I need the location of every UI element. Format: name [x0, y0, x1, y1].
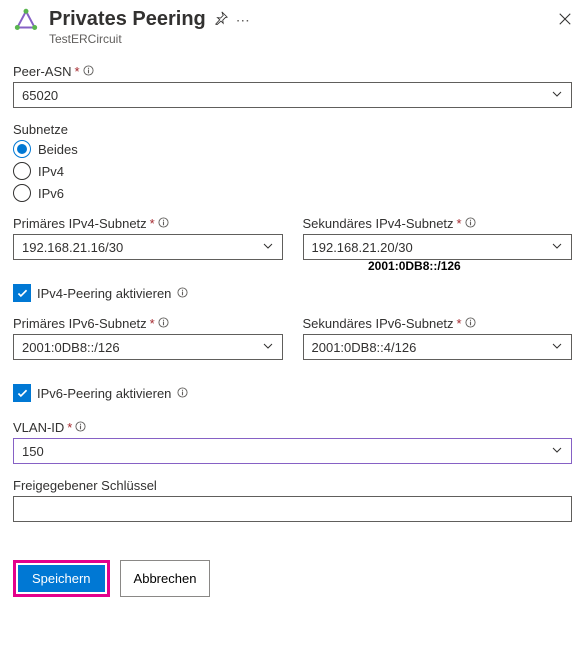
ipv6-primary-label: Primäres IPv6-Subnetz [13, 316, 147, 331]
required-marker: * [457, 216, 462, 231]
radio-icon [13, 162, 31, 180]
checkbox-checked-icon [13, 284, 31, 302]
info-icon[interactable] [177, 286, 188, 301]
radio-ipv4-label: IPv4 [38, 164, 64, 179]
ipv6-primary-group: Primäres IPv6-Subnetz * 2001:0DB8::/126 [13, 316, 283, 360]
ipv4-primary-select[interactable]: 192.168.21.16/30 [13, 234, 283, 260]
ipv4-primary-value: 192.168.21.16/30 [22, 240, 123, 255]
save-button[interactable]: Speichern [18, 565, 105, 592]
page-header: Privates Peering ⋯ TestERCircuit [13, 8, 572, 46]
ipv6-primary-value: 2001:0DB8::/126 [22, 340, 120, 355]
peering-resource-icon [13, 8, 39, 37]
vlan-group: VLAN-ID * 150 [13, 420, 572, 464]
save-highlight: Speichern [13, 560, 110, 597]
radio-ipv6-label: IPv6 [38, 186, 64, 201]
vlan-select[interactable]: 150 [13, 438, 572, 464]
info-icon[interactable] [158, 316, 169, 331]
page-title: Privates Peering [49, 8, 206, 31]
radio-ipv4[interactable]: IPv4 [13, 162, 572, 180]
cancel-button[interactable]: Abbrechen [120, 560, 211, 597]
ipv4-enable-label: IPv4-Peering aktivieren [37, 286, 171, 301]
ipv4-secondary-label: Sekundäres IPv4-Subnetz [303, 216, 454, 231]
chevron-down-icon [262, 340, 274, 355]
radio-beides-label: Beides [38, 142, 78, 157]
more-icon[interactable]: ⋯ [236, 13, 251, 27]
required-marker: * [75, 64, 80, 79]
ipv4-enable-checkbox[interactable]: IPv4-Peering aktivieren [13, 284, 572, 302]
chevron-down-icon [551, 240, 563, 255]
ipv6-enable-checkbox[interactable]: IPv6-Peering aktivieren [13, 384, 572, 402]
breadcrumb-subtitle: TestERCircuit [49, 32, 548, 46]
info-icon[interactable] [465, 216, 476, 231]
ipv4-primary-group: Primäres IPv4-Subnetz * 192.168.21.16/30 [13, 216, 283, 260]
peer-asn-select[interactable]: 65020 [13, 82, 572, 108]
ipv4-secondary-select[interactable]: 192.168.21.20/30 [303, 234, 573, 260]
required-marker: * [67, 420, 72, 435]
info-icon[interactable] [75, 420, 86, 435]
ipv6-secondary-group: Sekundäres IPv6-Subnetz * 2001:0DB8::4/1… [303, 316, 573, 360]
chevron-down-icon [551, 88, 563, 103]
close-icon[interactable] [558, 12, 572, 29]
radio-beides[interactable]: Beides [13, 140, 572, 158]
peer-asn-group: Peer-ASN * 65020 [13, 64, 572, 108]
shared-key-input[interactable] [13, 496, 572, 522]
chevron-down-icon [551, 340, 563, 355]
required-marker: * [457, 316, 462, 331]
radio-ipv6[interactable]: IPv6 [13, 184, 572, 202]
required-marker: * [150, 316, 155, 331]
peer-asn-value: 65020 [22, 88, 58, 103]
floating-example-text: 2001:0DB8::/126 [368, 259, 461, 273]
subnets-group: Subnetze Beides IPv4 IPv6 [13, 122, 572, 202]
ipv4-secondary-group: Sekundäres IPv4-Subnetz * 192.168.21.20/… [303, 216, 573, 260]
subnets-label: Subnetze [13, 122, 68, 137]
ipv6-secondary-label: Sekundäres IPv6-Subnetz [303, 316, 454, 331]
required-marker: * [150, 216, 155, 231]
ipv6-enable-label: IPv6-Peering aktivieren [37, 386, 171, 401]
ipv4-secondary-value: 192.168.21.20/30 [312, 240, 413, 255]
ipv6-primary-select[interactable]: 2001:0DB8::/126 [13, 334, 283, 360]
ipv6-secondary-value: 2001:0DB8::4/126 [312, 340, 417, 355]
chevron-down-icon [262, 240, 274, 255]
shared-key-label: Freigegebener Schlüssel [13, 478, 157, 493]
peer-asn-label: Peer-ASN [13, 64, 72, 79]
info-icon[interactable] [177, 386, 188, 401]
ipv6-secondary-select[interactable]: 2001:0DB8::4/126 [303, 334, 573, 360]
pin-icon[interactable] [214, 11, 228, 28]
vlan-value: 150 [22, 444, 44, 459]
checkbox-checked-icon [13, 384, 31, 402]
info-icon[interactable] [465, 316, 476, 331]
radio-icon [13, 184, 31, 202]
radio-icon-checked [13, 140, 31, 158]
vlan-label: VLAN-ID [13, 420, 64, 435]
info-icon[interactable] [158, 216, 169, 231]
chevron-down-icon [551, 444, 563, 459]
ipv4-primary-label: Primäres IPv4-Subnetz [13, 216, 147, 231]
info-icon[interactable] [83, 64, 94, 79]
shared-key-group: Freigegebener Schlüssel [13, 478, 572, 522]
